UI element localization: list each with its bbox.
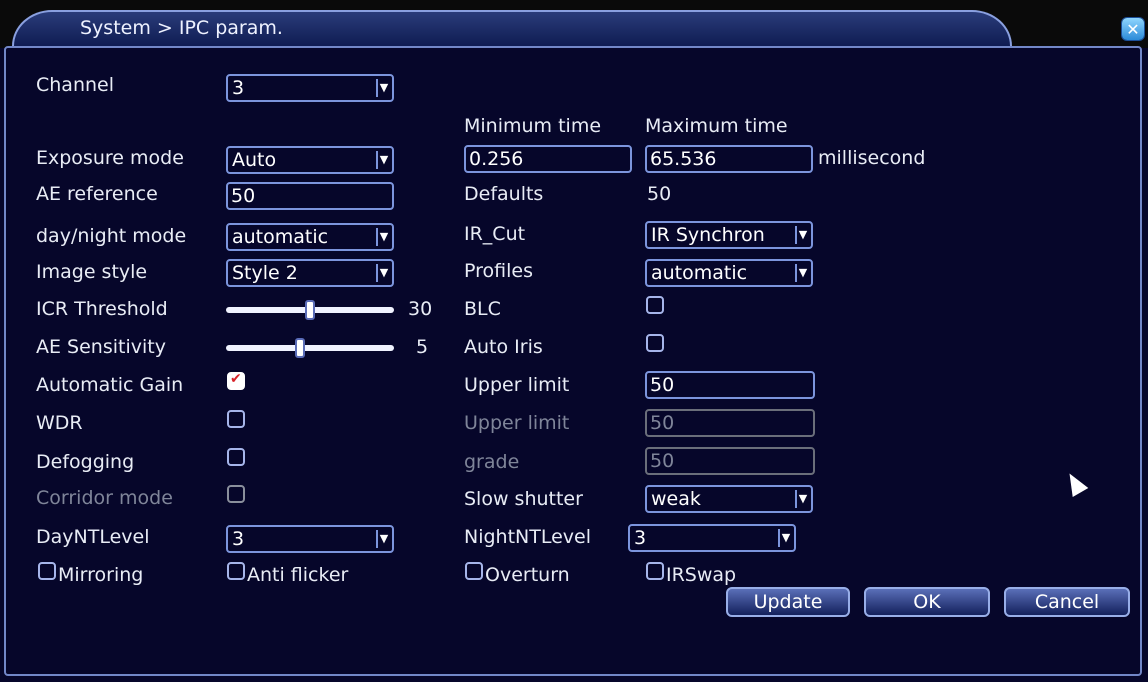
ae-sensitivity-value: 5 [416, 336, 429, 358]
corridor-mode-checkbox [227, 485, 245, 503]
exposure-mode-value: Auto [232, 149, 277, 171]
chevron-down-icon: ▼ [376, 228, 390, 246]
day-night-mode-label: day/night mode [36, 225, 187, 247]
auto-iris-label: Auto Iris [464, 336, 543, 358]
chevron-down-icon: ▼ [795, 264, 809, 282]
channel-select[interactable]: 3 ▼ [226, 74, 394, 102]
chevron-down-icon: ▼ [795, 226, 809, 244]
millisecond-unit: millisecond [818, 147, 926, 169]
icr-threshold-slider[interactable] [226, 300, 394, 320]
anti-flicker-checkbox[interactable] [227, 562, 245, 580]
mirroring-label: Mirroring [58, 564, 144, 586]
close-button[interactable]: ✕ [1122, 18, 1144, 40]
defogging-label: Defogging [36, 451, 135, 473]
slider-thumb[interactable] [294, 338, 305, 358]
overturn-label: Overturn [485, 564, 570, 586]
ae-reference-label: AE reference [36, 183, 158, 205]
defaults-label: Defaults [464, 183, 544, 205]
grade-input: 50 [645, 447, 815, 475]
wdr-checkbox[interactable] [227, 410, 245, 428]
channel-label: Channel [36, 74, 115, 96]
ae-sensitivity-slider[interactable] [226, 338, 394, 358]
defogging-checkbox[interactable] [227, 448, 245, 466]
ir-cut-select[interactable]: IR Synchron ▼ [645, 221, 813, 249]
maximum-time-header: Maximum time [645, 115, 788, 137]
day-nt-level-select[interactable]: 3 ▼ [226, 525, 394, 553]
slow-shutter-select[interactable]: weak ▼ [645, 485, 813, 513]
auto-iris-checkbox[interactable] [646, 334, 664, 352]
ir-cut-value: IR Synchron [651, 224, 765, 246]
chevron-down-icon: ▼ [376, 264, 390, 282]
channel-value: 3 [232, 77, 245, 99]
slider-thumb[interactable] [305, 300, 315, 320]
cancel-button[interactable]: Cancel [1004, 587, 1130, 617]
profiles-value: automatic [651, 262, 748, 284]
maximum-time-input[interactable]: 65.536 [645, 145, 813, 173]
ok-button[interactable]: OK [864, 587, 990, 617]
ae-sensitivity-label: AE Sensitivity [36, 336, 166, 358]
chevron-down-icon: ▼ [376, 151, 390, 169]
slow-shutter-value: weak [651, 488, 701, 510]
settings-panel [4, 46, 1142, 676]
ir-swap-checkbox[interactable] [646, 562, 664, 580]
minimum-time-header: Minimum time [464, 115, 602, 137]
night-nt-level-select[interactable]: 3 ▼ [628, 524, 796, 552]
update-button[interactable]: Update [726, 587, 850, 617]
icr-threshold-label: ICR Threshold [36, 298, 168, 320]
image-style-select[interactable]: Style 2 ▼ [226, 259, 394, 287]
ir-cut-label: IR_Cut [464, 223, 526, 245]
wdr-label: WDR [36, 412, 83, 434]
day-night-mode-value: automatic [232, 226, 329, 248]
chevron-down-icon: ▼ [778, 529, 792, 547]
chevron-down-icon: ▼ [376, 79, 390, 97]
upper-limit-input[interactable]: 50 [645, 371, 815, 399]
exposure-mode-select[interactable]: Auto ▼ [226, 146, 394, 174]
ipc-param-dialog: System > IPC param. ✕ Channel 3 ▼ Exposu… [0, 0, 1148, 682]
day-night-mode-select[interactable]: automatic ▼ [226, 223, 394, 251]
overturn-checkbox[interactable] [465, 562, 483, 580]
upper-limit-disabled-input: 50 [645, 409, 815, 437]
chevron-down-icon: ▼ [795, 490, 809, 508]
mirroring-checkbox[interactable] [38, 562, 56, 580]
minimum-time-input[interactable]: 0.256 [464, 145, 632, 173]
upper-limit-label: Upper limit [464, 374, 570, 396]
defaults-value: 50 [647, 183, 672, 205]
night-nt-level-value: 3 [634, 527, 647, 549]
exposure-mode-label: Exposure mode [36, 147, 184, 169]
chevron-down-icon: ▼ [376, 530, 390, 548]
slow-shutter-label: Slow shutter [464, 488, 583, 510]
icr-threshold-value: 30 [408, 298, 433, 320]
upper-limit-disabled-label: Upper limit [464, 412, 570, 434]
ae-reference-input[interactable]: 50 [226, 182, 394, 210]
image-style-value: Style 2 [232, 262, 298, 284]
anti-flicker-label: Anti flicker [247, 564, 349, 586]
corridor-mode-label: Corridor mode [36, 487, 173, 509]
slider-track [226, 345, 394, 351]
blc-label: BLC [464, 298, 501, 320]
profiles-label: Profiles [464, 260, 533, 282]
ir-swap-label: IRSwap [666, 564, 737, 586]
blc-checkbox[interactable] [646, 296, 664, 314]
automatic-gain-label: Automatic Gain [36, 374, 184, 396]
automatic-gain-checkbox[interactable] [227, 371, 245, 390]
image-style-label: Image style [36, 261, 148, 283]
window-title: System > IPC param. [80, 17, 283, 39]
night-nt-level-label: NightNTLevel [464, 526, 592, 548]
day-nt-level-label: DayNTLevel [36, 526, 150, 548]
profiles-select[interactable]: automatic ▼ [645, 259, 813, 287]
close-icon: ✕ [1126, 19, 1140, 39]
day-nt-level-value: 3 [232, 528, 245, 550]
title-bar: System > IPC param. ✕ [0, 0, 1148, 48]
grade-label: grade [464, 451, 520, 473]
